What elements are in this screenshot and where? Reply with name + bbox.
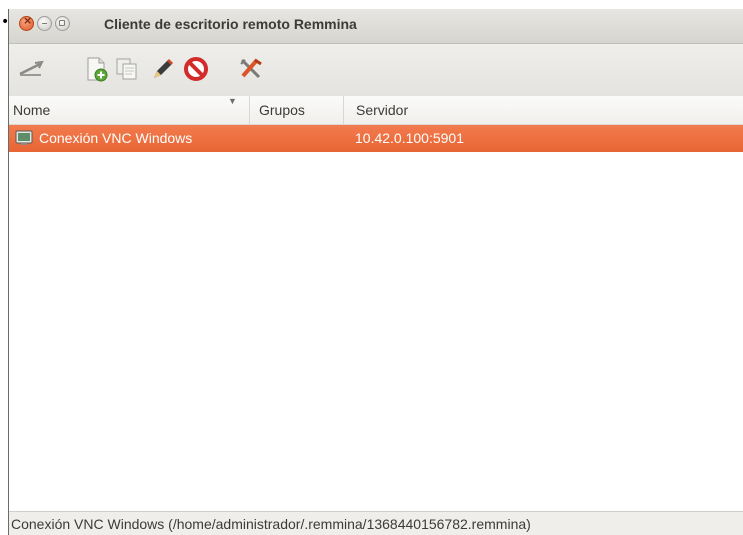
status-bar: Conexión VNC Windows (/home/administrado… bbox=[9, 511, 743, 535]
window-title: Cliente de escritorio remoto Remmina bbox=[104, 16, 357, 32]
column-name-header[interactable]: Nome bbox=[13, 96, 243, 124]
preferences-button[interactable] bbox=[235, 54, 265, 84]
close-window-button[interactable] bbox=[19, 14, 34, 31]
delete-icon bbox=[184, 57, 208, 81]
copy-connection-button[interactable] bbox=[112, 54, 142, 84]
column-groups-header[interactable]: Grupos bbox=[249, 96, 339, 124]
connect-icon bbox=[19, 60, 44, 76]
connection-server: 10.42.0.100:5901 bbox=[355, 130, 464, 146]
new-file-icon bbox=[87, 57, 108, 82]
table-row[interactable]: Conexión VNC Windows 10.42.0.100:5901 bbox=[9, 125, 743, 152]
connection-list[interactable]: Conexión VNC Windows 10.42.0.100:5901 bbox=[9, 125, 743, 503]
new-connection-button[interactable] bbox=[81, 54, 111, 84]
connect-button[interactable] bbox=[17, 54, 47, 84]
edit-icon bbox=[154, 58, 174, 78]
preferences-icon bbox=[240, 58, 262, 79]
column-server-header[interactable]: Servidor bbox=[343, 96, 743, 124]
delete-connection-button[interactable] bbox=[181, 54, 211, 84]
edit-connection-button[interactable] bbox=[147, 54, 177, 84]
title-bar[interactable]: Cliente de escritorio remoto Remmina bbox=[9, 9, 743, 44]
copy-icon bbox=[116, 58, 137, 80]
minimize-window-button[interactable] bbox=[37, 16, 52, 31]
maximize-window-button[interactable] bbox=[55, 16, 70, 31]
vnc-connection-icon bbox=[15, 130, 33, 146]
connection-name: Conexión VNC Windows bbox=[39, 130, 193, 146]
remmina-window: Cliente de escritorio remoto Remmina bbox=[8, 9, 743, 535]
column-header: Nome ▼ Grupos Servidor bbox=[9, 96, 743, 125]
sort-down-icon[interactable]: ▼ bbox=[228, 96, 237, 106]
toolbar bbox=[9, 44, 743, 97]
